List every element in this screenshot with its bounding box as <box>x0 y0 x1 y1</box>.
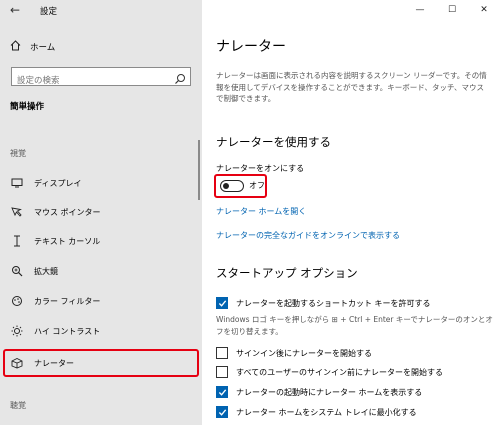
checkbox-checked[interactable] <box>216 406 228 418</box>
home-icon <box>10 40 24 54</box>
option-show-home[interactable]: ナレーターの起動時にナレーター ホームを表示する <box>216 386 422 398</box>
option-label: すべてのユーザーのサインイン前にナレーターを開始する <box>236 367 443 377</box>
group-label-vision: 視覚 <box>10 149 26 158</box>
checkbox-checked[interactable] <box>216 297 228 309</box>
option-start-before-signin[interactable]: すべてのユーザーのサインイン前にナレーターを開始する <box>216 366 443 378</box>
narrator-toggle[interactable] <box>220 180 244 192</box>
sidebar-item-display[interactable]: ディスプレイ <box>4 171 198 195</box>
option-label: ナレーターの起動時にナレーター ホームを表示する <box>236 387 423 397</box>
color-filter-icon <box>10 294 24 308</box>
sidebar-item-label: カラー フィルター <box>34 296 101 306</box>
mouse-pointer-icon <box>10 205 24 219</box>
toggle-knob <box>223 182 229 189</box>
shortcut-hint: Windows ロゴ キーを押しながら ⊞ + Ctrl + Enter キーで… <box>216 315 493 336</box>
option-label: ナレーターを起動するショートカット キーを許可する <box>236 298 431 308</box>
startup-options-heading: スタートアップ オプション <box>216 266 358 280</box>
sidebar-item-magnifier[interactable]: 拡大鏡 <box>4 259 198 283</box>
text-cursor-icon <box>10 234 24 248</box>
search-input[interactable] <box>12 72 162 90</box>
option-start-after-signin[interactable]: サインイン後にナレーターを開始する <box>216 347 372 359</box>
section-title: 簡単操作 <box>10 102 45 112</box>
display-icon <box>10 176 24 190</box>
open-narrator-home-link[interactable]: ナレーター ホームを開く <box>216 206 306 217</box>
option-minimize-tray[interactable]: ナレーター ホームをシステム トレイに最小化する <box>216 406 417 418</box>
close-icon[interactable]: ✕ <box>468 0 500 22</box>
main-pane: — ☐ ✕ ナレーター ナレーターは画面に表示される内容を説明するスクリーン リ… <box>202 0 500 425</box>
page-description: ナレーターは画面に表示される内容を説明するスクリーン リーダーです。その情報を使… <box>216 71 487 103</box>
option-label: ナレーター ホームをシステム トレイに最小化する <box>236 407 417 417</box>
narrator-guide-link[interactable]: ナレーターの完全なガイドをオンラインで表示する <box>216 230 400 241</box>
sidebar-item-label: ハイ コントラスト <box>34 326 101 336</box>
sidebar-item-color-filter[interactable]: カラー フィルター <box>4 289 198 313</box>
back-arrow-icon[interactable]: ← <box>10 3 20 17</box>
sidebar-item-label: テキスト カーソル <box>34 236 101 246</box>
title-bar: ← 設定 <box>0 0 202 22</box>
sidebar-item-label: 拡大鏡 <box>34 266 58 276</box>
use-narrator-heading: ナレーターを使用する <box>216 135 331 149</box>
maximize-icon[interactable]: ☐ <box>436 0 468 22</box>
home-label: ホーム <box>30 43 56 53</box>
option-label: サインイン後にナレーターを開始する <box>236 348 372 358</box>
sidebar-item-text-cursor[interactable]: テキスト カーソル <box>4 229 198 253</box>
toggle-label: ナレーターをオンにする <box>216 164 305 173</box>
sidebar-item-mouse-pointer[interactable]: マウス ポインター <box>4 200 198 224</box>
checkbox-unchecked[interactable] <box>216 366 228 378</box>
toggle-state: オフ <box>249 181 265 190</box>
sidebar-item-high-contrast[interactable]: ハイ コントラスト <box>4 319 198 343</box>
search-box[interactable] <box>11 67 191 90</box>
checkbox-unchecked[interactable] <box>216 347 228 359</box>
checkbox-checked[interactable] <box>216 386 228 398</box>
sidebar-item-label: ナレーター <box>34 358 74 368</box>
page-title: ナレーター <box>216 39 286 55</box>
group-label-hearing: 聴覚 <box>10 401 26 410</box>
narrator-toggle-highlight: オフ <box>214 174 267 198</box>
sidebar-item-label: マウス ポインター <box>34 207 101 217</box>
sidebar-scrollbar[interactable] <box>198 140 200 200</box>
sidebar-item-label: ディスプレイ <box>34 178 82 188</box>
app-title: 設定 <box>40 7 58 17</box>
window-controls: — ☐ ✕ <box>404 0 500 22</box>
option-shortcut-key[interactable]: ナレーターを起動するショートカット キーを許可する <box>216 297 431 309</box>
sidebar-item-narrator[interactable]: ナレーター <box>3 349 199 377</box>
high-contrast-icon <box>10 324 24 338</box>
minimize-icon[interactable]: — <box>404 0 436 22</box>
narrator-icon <box>10 356 24 370</box>
search-icon[interactable] <box>174 70 186 84</box>
home-nav[interactable]: ホーム <box>10 38 55 56</box>
magnifier-icon <box>10 264 24 278</box>
sidebar: ← 設定 ホーム 簡単操作 視覚 ディスプレイ マウス ポインター テキスト カ… <box>0 0 202 425</box>
